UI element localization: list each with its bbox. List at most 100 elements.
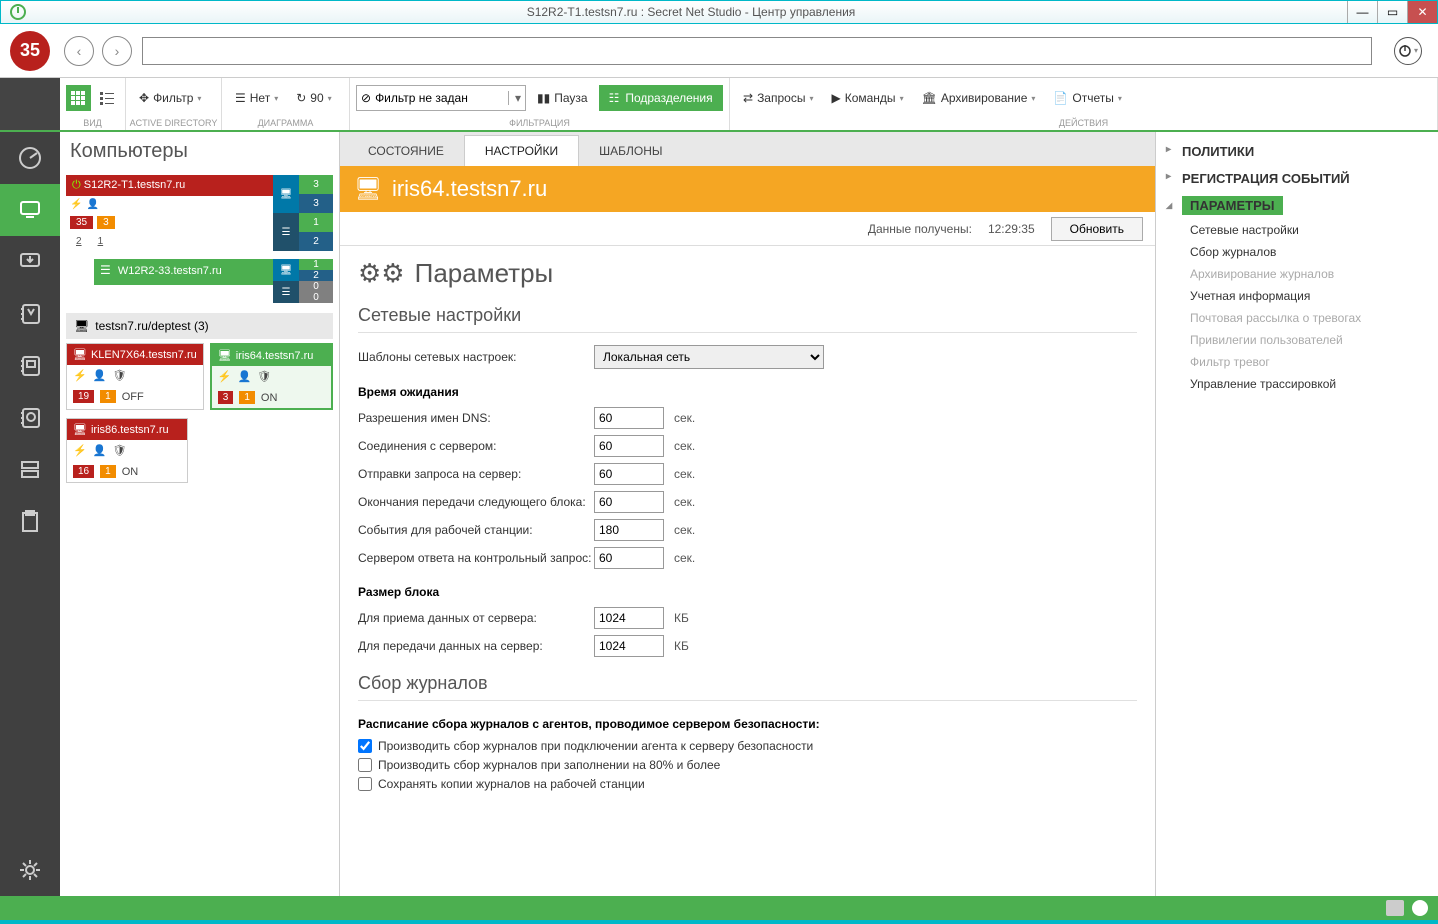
server-icon: ☰ (100, 263, 111, 277)
chk2[interactable] (358, 758, 372, 772)
params-title: Параметры (415, 258, 554, 289)
chk3[interactable] (358, 777, 372, 791)
conn-input[interactable] (594, 435, 664, 457)
card1-stat2: 3 (97, 216, 115, 229)
bolt-icon: ⚡ (218, 370, 232, 383)
c1-r2b: 2 (299, 232, 333, 251)
chk2-label: Производить сбор журналов при заполнении… (378, 758, 720, 772)
sidebar-download-icon[interactable] (0, 236, 60, 288)
block-input[interactable] (594, 491, 664, 513)
units-button[interactable]: ☷ Подразделения (599, 85, 723, 111)
dns-input[interactable] (594, 407, 664, 429)
commands-label: Команды (845, 91, 896, 105)
data-bar: Данные получены: 12:29:35 Обновить (340, 212, 1155, 246)
sendb-label: Для передачи данных на сервер: (358, 639, 594, 653)
nav-priv[interactable]: Привилегии пользователей (1156, 329, 1438, 351)
archive-dropdown[interactable]: 🏛 Архивирование ▾ (915, 85, 1043, 111)
sendb-input[interactable] (594, 635, 664, 657)
tab-settings[interactable]: НАСТРОЙКИ (464, 135, 579, 166)
pause-button[interactable]: ▮▮ Пауза (530, 85, 595, 111)
net-dropdown[interactable]: ☰ Нет ▾ (228, 85, 285, 111)
alert-badge[interactable]: 35 (0, 31, 60, 71)
host-name: iris64.testsn7.ru (392, 176, 547, 202)
nav-filt[interactable]: Фильтр тревог (1156, 351, 1438, 373)
nav-logs[interactable]: Сбор журналов (1156, 241, 1438, 263)
sidebar-server-icon[interactable] (0, 444, 60, 496)
filter-dropdown[interactable]: ✥ Фильтр ▾ (132, 85, 208, 111)
grid-view-button[interactable] (66, 85, 91, 111)
address-input[interactable] (142, 37, 1372, 65)
nav-mail[interactable]: Почтовая рассылка о тревогах (1156, 307, 1438, 329)
filter-combo[interactable]: ⊘ Фильтр не задан ▾ (356, 85, 526, 111)
nav-events[interactable]: РЕГИСТРАЦИЯ СОБЫТИЙ (1156, 165, 1438, 192)
sidebar-settings-icon[interactable] (0, 844, 60, 896)
sidebar-book3-icon[interactable] (0, 392, 60, 444)
t2-c1: 3 (218, 391, 234, 404)
ou-header[interactable]: 🖥 testsn7.ru/deptest (3) (66, 313, 333, 339)
sched-subhead: Расписание сбора журналов с агентов, про… (358, 717, 1137, 731)
sidebar-computers-icon[interactable] (0, 184, 60, 236)
sendb-unit: КБ (674, 639, 689, 653)
pause-icon: ▮▮ (537, 91, 550, 105)
minimize-button[interactable]: — (1347, 1, 1377, 23)
template-select[interactable]: Локальная сеть (594, 345, 824, 369)
ribbon-ad-label: ACTIVE DIRECTORY (126, 118, 221, 130)
nav-acct[interactable]: Учетная информация (1156, 285, 1438, 307)
computer-card-1[interactable]: ⏻ S12R2-T1.testsn7.ru ⚡ 👤 35 3 2 1 🖥33 (66, 175, 333, 251)
maximize-button[interactable]: ▭ (1377, 1, 1407, 23)
shield-icon: 🛡 (112, 444, 126, 457)
ribbon: ВИД ✥ Фильтр ▾ ACTIVE DIRECTORY ☰ Нет ▾ … (0, 78, 1438, 132)
nav-forward-button[interactable]: › (102, 36, 132, 66)
nav-trace[interactable]: Управление трассировкой (1156, 373, 1438, 395)
c1-r1a: 3 (299, 175, 333, 194)
refresh-button[interactable]: Обновить (1051, 217, 1143, 241)
t1-name: KLEN7X64.testsn7.ru (91, 349, 197, 361)
send-input[interactable] (594, 463, 664, 485)
wait-subhead: Время ожидания (358, 385, 1137, 399)
tile-iris64[interactable]: 🖥iris64.testsn7.ru ⚡ 👤 🛡 3 1 ON (210, 343, 333, 410)
ping-input[interactable] (594, 547, 664, 569)
computer-card-2[interactable]: ☰ W12R2-33.testsn7.ru 🖥12 ☰00 (94, 259, 333, 303)
nav-arch[interactable]: Архивирование журналов (1156, 263, 1438, 285)
shield-icon: 🛡 (112, 369, 126, 382)
crosshair-icon: ✥ (139, 91, 149, 105)
settings-scroll[interactable]: ⚙⚙Параметры Сетевые настройки Шаблоны се… (340, 246, 1155, 896)
nav-back-button[interactable]: ‹ (64, 36, 94, 66)
archive-label: Архивирование (941, 91, 1028, 105)
sidebar-clipboard-icon[interactable] (0, 496, 60, 548)
tabs: СОСТОЯНИЕ НАСТРОЙКИ ШАБЛОНЫ (340, 132, 1155, 166)
rotate-dropdown[interactable]: ↻ 90 ▾ (289, 85, 338, 111)
tile-klen[interactable]: 🖥KLEN7X64.testsn7.ru ⚡ 👤 🛡 19 1 OFF (66, 343, 204, 410)
sidebar-dashboard-icon[interactable] (0, 132, 60, 184)
nav-policies[interactable]: ПОЛИТИКИ (1156, 138, 1438, 165)
data-received-label: Данные получены: (868, 222, 972, 236)
recv-input[interactable] (594, 607, 664, 629)
commands-dropdown[interactable]: ▶ Команды ▾ (824, 85, 910, 111)
sidebar-book1-icon[interactable] (0, 288, 60, 340)
nav-net[interactable]: Сетевые настройки (1156, 219, 1438, 241)
monitor-icon: 🖥 (273, 259, 299, 281)
reports-dropdown[interactable]: 📄 Отчеты ▾ (1046, 85, 1128, 111)
tab-templates[interactable]: ШАБЛОНЫ (579, 136, 682, 166)
ev-input[interactable] (594, 519, 664, 541)
tile-iris86[interactable]: 🖥iris86.testsn7.ru ⚡ 👤 🛡 16 1 ON (66, 418, 188, 483)
monitor-icon: 🖥 (354, 176, 382, 202)
tab-status[interactable]: СОСТОЯНИЕ (348, 136, 464, 166)
c2-r2b: 0 (299, 292, 333, 303)
deg-label: 90 (310, 91, 323, 105)
power-menu-button[interactable]: ▾ (1394, 37, 1422, 65)
status-circle-icon[interactable] (1412, 900, 1428, 916)
t3-c2: 1 (100, 465, 116, 478)
nav-params[interactable]: ПАРАМЕТРЫ (1156, 192, 1438, 219)
requests-dropdown[interactable]: ⇄ Запросы ▾ (736, 85, 820, 111)
bolt-icon: ⚡ (70, 199, 82, 210)
filter-label: Фильтр (153, 91, 193, 105)
play-icon: ▶ (831, 91, 840, 105)
status-keyboard-icon[interactable] (1386, 900, 1404, 916)
status-bar (0, 896, 1438, 920)
close-button[interactable]: ✕ (1407, 1, 1437, 23)
list-view-button[interactable] (95, 85, 120, 111)
chk1[interactable] (358, 739, 372, 753)
chk3-label: Сохранять копии журналов на рабочей стан… (378, 777, 645, 791)
sidebar-book2-icon[interactable] (0, 340, 60, 392)
